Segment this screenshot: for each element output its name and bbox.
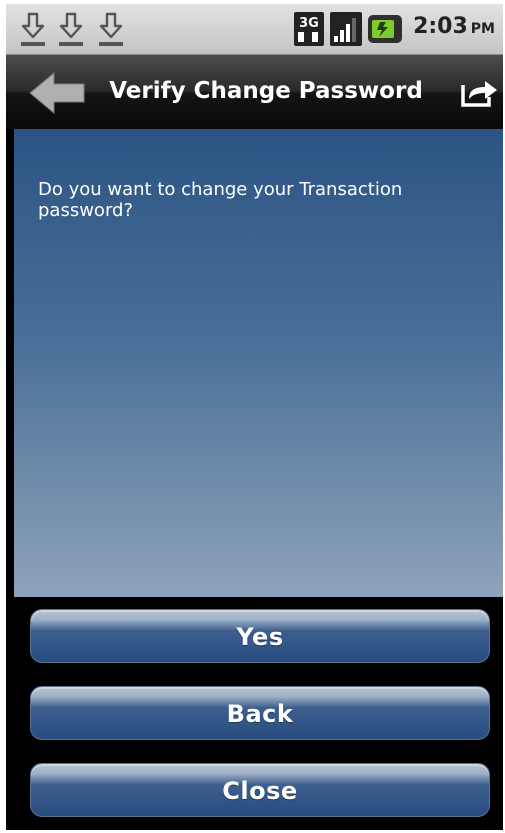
title-bar: Verify Change Password bbox=[6, 55, 503, 129]
battery-icon bbox=[368, 15, 402, 43]
clock-time: 2:03 bbox=[413, 14, 468, 39]
download-icon bbox=[59, 12, 83, 46]
clock: 2:03 PM bbox=[413, 14, 495, 39]
3g-icon: 3G bbox=[294, 12, 324, 46]
content-panel: Do you want to change your Transaction p… bbox=[14, 129, 503, 597]
back-button[interactable]: Back bbox=[30, 686, 490, 740]
yes-button[interactable]: Yes bbox=[30, 609, 490, 663]
status-bar: 3G 2:03 PM bbox=[6, 4, 503, 55]
signal-icon bbox=[330, 12, 362, 46]
clock-ampm: PM bbox=[470, 21, 495, 37]
share-icon[interactable] bbox=[459, 77, 499, 109]
page-title: Verify Change Password bbox=[109, 78, 423, 104]
prompt-text: Do you want to change your Transaction p… bbox=[38, 179, 403, 221]
close-button[interactable]: Close bbox=[30, 763, 490, 817]
download-icon bbox=[21, 12, 45, 46]
phone-screen: 3G 2:03 PM Verify Change Password Do you… bbox=[6, 4, 503, 830]
download-icon bbox=[99, 12, 123, 46]
svg-text:3G: 3G bbox=[299, 16, 319, 31]
